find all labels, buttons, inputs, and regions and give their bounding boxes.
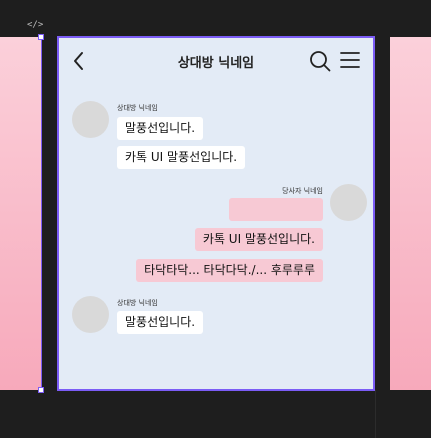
selection-handle-top[interactable] — [38, 34, 44, 40]
sender-name: 상대방 닉네임 — [117, 104, 158, 112]
sent-bubble[interactable]: 타닥타닥... 타닥다닥./... 후루루루 — [136, 259, 323, 282]
avatar[interactable] — [72, 296, 109, 333]
received-bubble[interactable]: 카톡 UI 말풍선입니다. — [117, 146, 246, 169]
frame-code-tag[interactable]: </> — [27, 20, 43, 30]
right-artboard-frame[interactable] — [390, 37, 431, 390]
received-bubble[interactable]: 말풍선입니다. — [117, 311, 204, 334]
received-bubble[interactable]: 말풍선입니다. — [117, 117, 204, 140]
search-icon[interactable] — [309, 50, 331, 72]
hamburger-menu-icon[interactable] — [340, 51, 360, 69]
canvas-divider — [375, 390, 376, 438]
left-artboard-frame[interactable] — [0, 37, 42, 390]
sent-bubble[interactable] — [229, 198, 323, 221]
sender-name: 당사자 닉네임 — [282, 187, 323, 195]
avatar[interactable] — [330, 184, 367, 221]
sent-bubble[interactable]: 카톡 UI 말풍선입니다. — [194, 228, 323, 251]
avatar[interactable] — [72, 101, 109, 138]
design-canvas: </> 상대방 닉네임 상대방 닉네임 말풍선입니다. 카톡 UI 말풍선입니다… — [0, 0, 431, 438]
selection-edge — [41, 37, 42, 390]
selection-handle-bottom[interactable] — [38, 387, 44, 393]
chat-screen-frame[interactable]: 상대방 닉네임 상대방 닉네임 말풍선입니다. 카톡 UI 말풍선입니다. 당사… — [57, 36, 375, 391]
sender-name: 상대방 닉네임 — [117, 299, 158, 307]
chat-header: 상대방 닉네임 — [59, 38, 373, 84]
